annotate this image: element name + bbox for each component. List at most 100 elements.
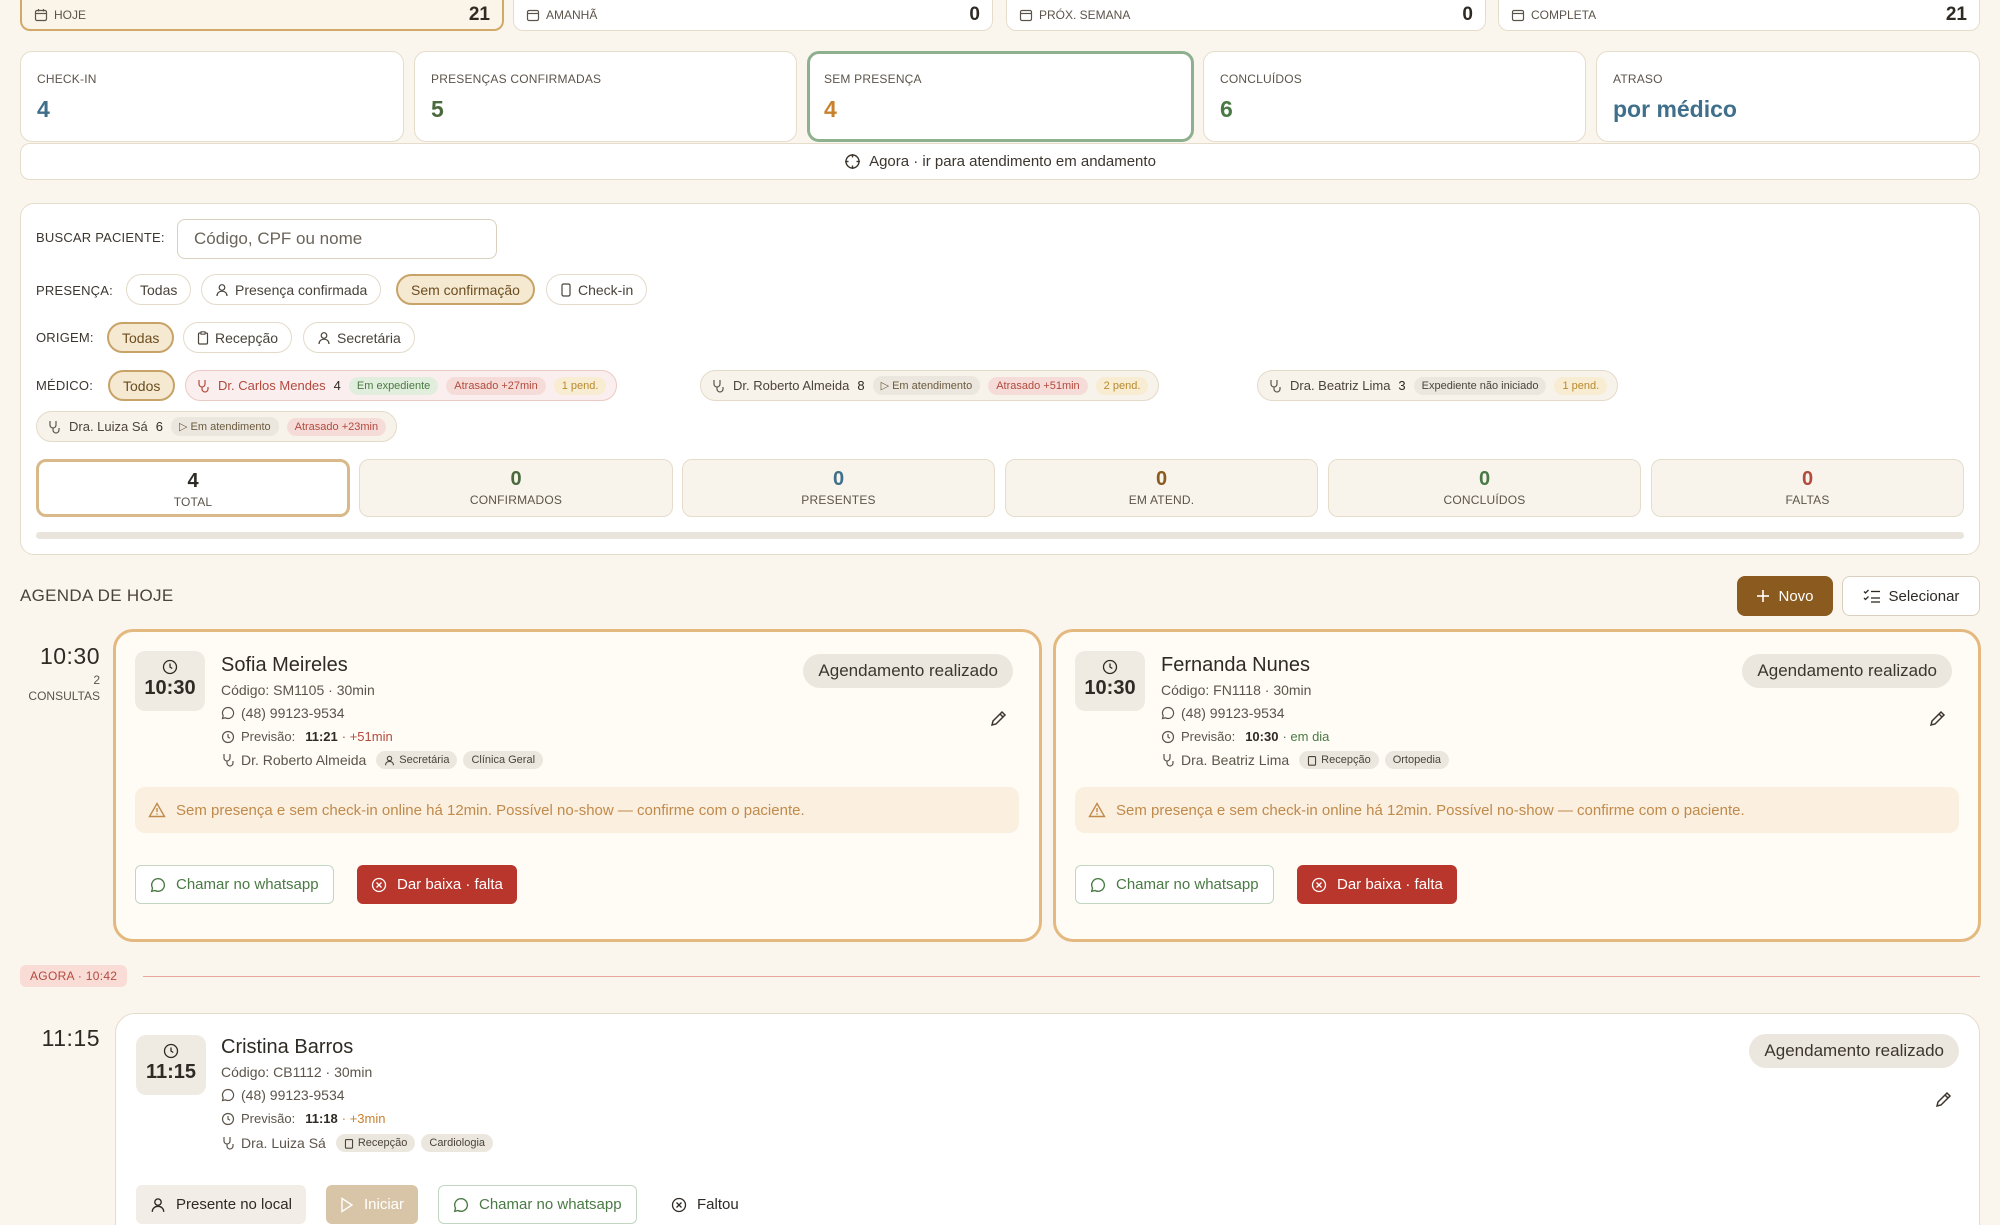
mark-absent-button[interactable]: Dar baixa · falta [1297,865,1457,904]
tab-label: PRÓX. SEMANA [1039,8,1131,22]
appointment-card[interactable]: 11:15 Cristina Barros Código: CB1112 · 3… [115,1013,1980,1225]
summary-faltas[interactable]: 0 FALTAS [1651,459,1964,517]
doctor-delay: Atrasado +51min [988,376,1088,395]
whatsapp-button[interactable]: Chamar no whatsapp [438,1185,637,1224]
present-button[interactable]: Presente no local [136,1185,306,1224]
tab-label: AMANHÃ [546,8,598,22]
search-input[interactable] [177,219,497,259]
chip-label: Todas [140,281,178,298]
presence-chip-checkin[interactable]: Check-in [546,274,648,305]
forecast-time: 10:30 [1245,729,1279,744]
doctor-chip-luiza-sa[interactable]: Dra. Luiza Sá 6 ▷ Em atendimento Atrasad… [36,411,398,442]
stat-label: CHECK-IN [37,72,97,86]
stat-label: SEM PRESENÇA [824,72,922,86]
doctor-chip-todos[interactable]: Todos [108,370,176,401]
no-show-warning: Sem presença e sem check-in online há 12… [1075,787,1959,833]
absent-button[interactable]: Faltou [657,1185,753,1224]
origin-chip-recepcao[interactable]: Recepção [183,322,293,353]
patient-phone: (48) 99123-9534 [221,705,345,721]
tab-amanha[interactable]: AMANHÃ 0 [513,0,993,31]
summary-total[interactable]: 4 TOTAL [36,459,350,517]
origin-chip-secretaria[interactable]: Secretária [303,322,415,353]
summary-label: CONCLUÍDOS [1443,493,1526,507]
button-label: Chamar no whatsapp [1116,876,1259,893]
doctor-status: ▷ Em atendimento [872,376,981,395]
whatsapp-button[interactable]: Chamar no whatsapp [135,865,334,904]
summary-number: 4 [187,470,199,492]
summary-label: FALTAS [1785,493,1830,507]
stat-atraso[interactable]: ATRASO por médico [1596,51,1980,142]
origin-text: Recepção [357,1137,408,1149]
phone-icon [560,282,572,297]
tab-count: 0 [969,4,980,25]
presence-chip-todas[interactable]: Todas [126,274,192,305]
stethoscope-icon [47,420,61,434]
status-text: Em atendimento [190,421,271,433]
start-button[interactable]: Iniciar [326,1185,419,1224]
status-badge: Agendamento realizado [803,654,1013,688]
clock-icon [136,1043,206,1059]
stat-value: 4 [824,96,837,122]
summary-concluidos[interactable]: 0 CONCLUÍDOS [1328,459,1641,517]
stat-value: 6 [1220,96,1233,122]
appointment-card[interactable]: 10:30 Sofia Meireles Código: SM1105 · 30… [113,629,1042,942]
warning-text: Sem presença e sem check-in online há 12… [1116,801,1745,819]
chip-label: Sem confirmação [411,281,520,298]
mark-absent-button[interactable]: Dar baixa · falta [357,865,517,904]
summary-confirmados[interactable]: 0 CONFIRMADOS [359,459,673,517]
doctor-line: Dra. Beatriz Lima Recepção Ortopedia [1161,751,1450,769]
chat-icon [221,706,235,720]
chip-label: Todos [123,377,161,394]
patient-code: Código: FN1118 · 30min [1161,682,1312,698]
search-label: BUSCAR PACIENTE: [36,230,165,245]
stat-presencas-confirmadas[interactable]: PRESENÇAS CONFIRMADAS 5 [414,51,797,142]
stat-label: ATRASO [1613,72,1663,86]
patient-code: Código: CB1112 · 30min [221,1064,373,1080]
stat-sem-presenca[interactable]: SEM PRESENÇA 4 [807,51,1194,142]
doctor-chip-beatriz-lima[interactable]: Dra. Beatriz Lima 3 Expediente não inici… [1257,370,1619,401]
clock-icon [221,730,235,744]
tab-hoje[interactable]: HOJE 21 [20,0,504,31]
warning-icon [148,802,166,818]
edit-icon[interactable] [1928,708,1948,728]
stat-concluidos[interactable]: CONCLUÍDOS 6 [1203,51,1586,142]
stat-checkin[interactable]: CHECK-IN 4 [20,51,404,142]
doctor-name: Dra. Beatriz Lima [1290,378,1391,393]
patient-phone: (48) 99123-9534 [221,1087,345,1103]
forecast-delta: · +3min [341,1111,386,1126]
presence-chip-confirmada[interactable]: Presença confirmada [201,274,382,305]
stethoscope-icon [1161,753,1175,767]
doctor-pending: 1 pend. [1554,376,1608,395]
summary-em-atend[interactable]: 0 EM ATEND. [1005,459,1318,517]
origin-chip-todas[interactable]: Todas [107,322,175,353]
origin-tag: Recepção [1299,751,1379,769]
tab-count: 21 [468,3,490,25]
presence-chip-sem-confirmacao[interactable]: Sem confirmação [396,274,535,305]
origin-text: Secretária [399,754,450,766]
doctor-pending: 2 pend. [1095,376,1149,395]
tab-prox-semana[interactable]: PRÓX. SEMANA 0 [1006,0,1486,31]
status-badge: Agendamento realizado [1742,654,1952,688]
clock-icon [221,1112,235,1126]
appointment-card[interactable]: 10:30 Fernanda Nunes Código: FN1118 · 30… [1053,629,1981,942]
summary-presentes[interactable]: 0 PRESENTES [682,459,995,517]
doctor-chip-carlos-mendes[interactable]: Dr. Carlos Mendes 4 Em expediente Atrasa… [185,370,618,401]
slot-count: 2 [93,673,100,687]
phone-text: (48) 99123-9534 [241,705,345,721]
edit-icon[interactable] [989,708,1009,728]
forecast-line: Previsão: 11:21 · +51min [221,729,393,744]
new-appointment-button[interactable]: Novo [1737,576,1833,616]
status-badge: Agendamento realizado [1749,1034,1959,1068]
summary-number: 0 [1801,468,1814,490]
doctor-chip-roberto-almeida[interactable]: Dr. Roberto Almeida 8 ▷ Em atendimento A… [700,370,1160,401]
patient-name: Fernanda Nunes [1161,654,1310,676]
user-icon [317,331,331,345]
progress-bar [36,532,1964,539]
edit-icon[interactable] [1934,1089,1954,1109]
tab-completa[interactable]: COMPLETA 21 [1498,0,1980,31]
now-link-label: Agora · ir para atendimento em andamento [869,153,1156,170]
select-button[interactable]: Selecionar [1842,576,1980,616]
whatsapp-button[interactable]: Chamar no whatsapp [1075,865,1274,904]
now-link[interactable]: Agora · ir para atendimento em andamento [20,143,1980,180]
forecast-label: Previsão: [241,1111,296,1126]
